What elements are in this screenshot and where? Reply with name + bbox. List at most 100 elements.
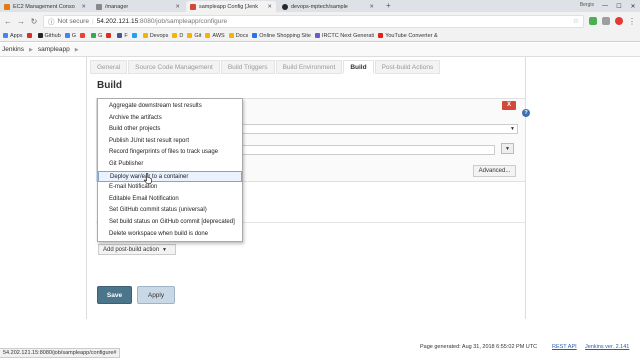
- bookmark-icon: [80, 33, 86, 38]
- tab-post-build-actions[interactable]: Post-build Actions: [374, 60, 441, 74]
- help-icon[interactable]: ?: [522, 109, 530, 117]
- menu-item[interactable]: Publish JUnit test result report: [98, 136, 242, 148]
- chevron-down-icon: ▼: [510, 126, 515, 132]
- minimize-icon[interactable]: —: [598, 0, 612, 12]
- tab-source-code-management[interactable]: Source Code Management: [128, 60, 220, 74]
- jenkins-favicon-icon: [190, 3, 196, 10]
- bookmark-item[interactable]: Apps: [3, 33, 23, 39]
- bookmark-item[interactable]: Online Shopping Site: [252, 33, 311, 39]
- bookmark-icon: [3, 33, 8, 38]
- bookmark-item[interactable]: AWS: [205, 32, 225, 39]
- bookmark-icon: [187, 33, 193, 38]
- close-icon[interactable]: ✕: [267, 4, 272, 10]
- bookmark-item[interactable]: F: [117, 33, 128, 39]
- menu-item[interactable]: Set GitHub commit status (universal): [98, 205, 242, 217]
- menu-item[interactable]: Record fingerprints of files to track us…: [98, 147, 242, 159]
- close-icon[interactable]: ✕: [175, 4, 180, 10]
- delete-step-button[interactable]: X: [502, 101, 516, 110]
- profile-name[interactable]: Bergis: [580, 2, 594, 8]
- menu-item[interactable]: E-mail Notification: [98, 182, 242, 194]
- tab-label: devops-mptech/sample: [291, 3, 348, 10]
- bookmark-item[interactable]: [26, 33, 34, 38]
- address-bar-row: ← → ↻ ⓘ Not secure | 54.202.121.15:8080/…: [0, 12, 640, 30]
- bookmark-label: IRCTC Next Generati: [321, 32, 375, 39]
- add-post-build-action-button[interactable]: Add post-build action ▼: [98, 244, 176, 255]
- bookmark-icon: [228, 33, 234, 38]
- build-step-input[interactable]: [240, 145, 495, 155]
- menu-item[interactable]: Editable Email Notification: [98, 194, 242, 206]
- github-favicon-icon: [282, 3, 288, 10]
- maximize-icon[interactable]: ☐: [612, 0, 626, 12]
- extension-icon[interactable]: [615, 17, 623, 25]
- info-icon[interactable]: ⓘ: [48, 16, 55, 26]
- bookmark-item[interactable]: Devops: [142, 32, 169, 39]
- bookmark-item[interactable]: G: [91, 33, 102, 39]
- bookmark-label: YouTube Converter &: [385, 32, 438, 39]
- bookmark-item[interactable]: D: [172, 33, 183, 39]
- breadcrumb-jenkins[interactable]: Jenkins: [2, 46, 24, 53]
- tab-build-environment[interactable]: Build Environment: [275, 60, 343, 74]
- close-window-icon[interactable]: ✕: [626, 0, 640, 12]
- menu-item[interactable]: Archive the artifacts: [98, 113, 242, 125]
- menu-icon[interactable]: ⋮: [628, 17, 636, 26]
- browser-tab-jenkins-config[interactable]: sampleapp Config [Jenk ✕: [186, 1, 276, 12]
- build-step-select[interactable]: ▼: [240, 124, 518, 134]
- menu-item[interactable]: Build other projects: [98, 124, 242, 136]
- chevron-right-icon: ▶: [74, 46, 79, 53]
- bookmark-icon: [205, 33, 211, 38]
- reload-icon[interactable]: ↻: [30, 17, 38, 26]
- bookmark-icon: [314, 33, 320, 38]
- browser-tab-ec2[interactable]: EC2 Management Conso ✕: [0, 1, 90, 12]
- bookmark-item[interactable]: Git: [187, 33, 201, 39]
- bookmark-icon: [26, 33, 32, 38]
- browser-tab-github[interactable]: devops-mptech/sample ✕: [278, 1, 378, 12]
- bookmark-item[interactable]: [131, 33, 139, 38]
- bookmark-label: D: [179, 32, 184, 39]
- bookmark-item[interactable]: YouTube Converter &: [378, 33, 438, 39]
- menu-item[interactable]: Git Publisher: [98, 159, 242, 171]
- address-bar[interactable]: ⓘ Not secure | 54.202.121.15:8080/job/sa…: [43, 14, 584, 28]
- bookmark-item[interactable]: [80, 33, 87, 38]
- jenkins-version-link[interactable]: Jenkins ver. 2.141: [585, 344, 629, 350]
- save-button[interactable]: Save: [97, 286, 132, 304]
- bookmark-item[interactable]: IRCTC Next Generati: [314, 32, 375, 39]
- menu-item[interactable]: Deploy war/ear to a container: [98, 170, 242, 183]
- page-generated-text: Page generated: Aug 31, 2018 6:55:02 PM …: [420, 344, 538, 350]
- bookmark-item[interactable]: G: [64, 33, 76, 39]
- url-path: :8080/job/sampleapp/configure: [138, 17, 228, 25]
- breadcrumb-sampleapp[interactable]: sampleapp: [38, 46, 70, 53]
- extension-icon[interactable]: [602, 17, 610, 25]
- menu-item[interactable]: Aggregate downstream test results: [98, 101, 242, 113]
- expand-field-button[interactable]: ▼: [501, 143, 514, 154]
- tab-general[interactable]: General: [90, 60, 128, 74]
- advanced-button[interactable]: Advanced...: [473, 165, 516, 177]
- bookmarks-bar: Apps Github G G F Devops D Git AWS Docs Online Sho…: [0, 30, 640, 42]
- bookmark-label: Devops: [149, 32, 169, 39]
- new-tab-button[interactable]: +: [386, 1, 391, 10]
- chevron-down-icon: ▼: [162, 247, 167, 253]
- forward-icon[interactable]: →: [17, 17, 25, 26]
- close-icon[interactable]: ✕: [81, 4, 86, 10]
- browser-tab-manager[interactable]: /manager ✕: [92, 1, 184, 12]
- breadcrumb: Jenkins ▶ sampleapp ▶: [0, 43, 640, 57]
- bookmark-label: Docs: [235, 32, 249, 39]
- not-secure-label: Not secure: [57, 17, 89, 25]
- rest-api-link[interactable]: REST API: [552, 344, 577, 350]
- config-tabs: General Source Code Management Build Tri…: [90, 60, 441, 74]
- menu-item[interactable]: Delete workspace when build is done: [98, 229, 242, 241]
- close-icon[interactable]: ✕: [369, 4, 374, 10]
- bookmark-label: Apps: [10, 32, 23, 39]
- bookmark-label: AWS: [212, 32, 225, 39]
- bookmark-item[interactable]: Github: [37, 33, 61, 39]
- apply-button[interactable]: Apply: [137, 286, 175, 304]
- tab-build[interactable]: Build: [343, 60, 374, 74]
- chevron-right-icon: ▶: [29, 46, 33, 53]
- extension-icon[interactable]: [589, 17, 597, 25]
- back-icon[interactable]: ←: [4, 17, 12, 26]
- menu-item[interactable]: Set build status on GitHub commit [depre…: [98, 217, 242, 229]
- window-controls: — ☐ ✕: [598, 0, 640, 12]
- bookmark-item[interactable]: Docs: [228, 32, 249, 39]
- bookmark-item[interactable]: [106, 33, 113, 38]
- bookmark-star-icon[interactable]: ☆: [573, 17, 579, 25]
- tab-build-triggers[interactable]: Build Triggers: [220, 60, 275, 74]
